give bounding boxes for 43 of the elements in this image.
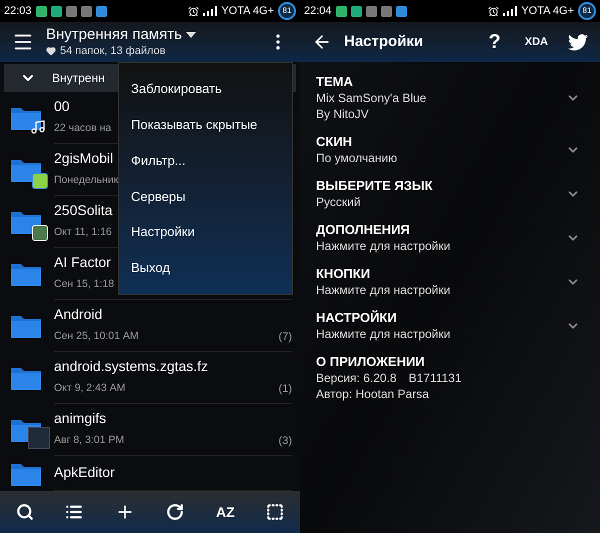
setting-title: О ПРИЛОЖЕНИИ <box>316 354 426 370</box>
folder-date: Окт 11, 1:16 <box>54 224 112 240</box>
carrier-label: YOTA 4G+ <box>221 4 274 19</box>
setting-title: ТЕМА <box>316 74 354 90</box>
setting-value: Русский <box>316 194 362 210</box>
folder-name: 250Solita <box>54 202 112 220</box>
setting-value: Mix SamSony'a Blue <box>316 90 428 106</box>
setting-title: НАСТРОЙКИ <box>316 310 398 326</box>
setting-value: Нажмите для настройки <box>316 238 452 254</box>
setting-title: КНОПКИ <box>316 266 372 282</box>
battery-indicator: 81 <box>278 2 296 20</box>
setting-title: СКИН <box>316 134 354 150</box>
folder-name: animgifs <box>54 410 106 428</box>
setting-value: Нажмите для настройки <box>316 326 452 342</box>
folder-date: 22 часов на <box>54 120 112 136</box>
version-text: Версия: 6.20.8 <box>316 370 397 386</box>
folder-name: 2gisMobil <box>54 150 114 168</box>
folder-name: android.systems.zgtas.fz <box>54 358 208 376</box>
setting-title: ВЫБЕРИТЕ ЯЗЫК <box>316 178 434 194</box>
author-text: Автор: Hootan Parsa <box>316 386 430 402</box>
folder-date: Авг 8, 3:01 PM <box>54 432 124 448</box>
carrier-label: YOTA 4G+ <box>521 4 574 19</box>
folder-date: Окт 9, 2:43 AM <box>54 380 126 396</box>
folder-name: Android <box>54 306 102 324</box>
item-count: (1) <box>278 382 292 396</box>
status-time: 22:03 <box>4 4 32 19</box>
screen-title: Настройки <box>344 32 424 52</box>
folder-name: ApkEditor <box>54 464 115 482</box>
item-count: (3) <box>278 434 292 448</box>
folder-date: Сен 15, 1:18 <box>54 276 114 292</box>
folder-name: AI Factor <box>54 254 111 272</box>
folder-date: Сен 25, 10:01 AM <box>54 328 139 344</box>
folder-count: 54 папок, 13 файлов <box>60 44 166 58</box>
status-time: 22:04 <box>304 4 332 19</box>
setting-title: ДОПОЛНЕНИЯ <box>316 222 411 238</box>
setting-value: By NitoJV <box>316 106 370 122</box>
item-count: (7) <box>278 330 292 344</box>
build-text: B1711131 <box>408 370 462 386</box>
setting-value: Нажмите для настройки <box>316 282 452 298</box>
folder-name: 00 <box>54 98 70 116</box>
battery-indicator: 81 <box>578 2 596 20</box>
folder-date: Понедельник <box>54 172 118 188</box>
setting-value: По умолчанию <box>316 150 398 166</box>
